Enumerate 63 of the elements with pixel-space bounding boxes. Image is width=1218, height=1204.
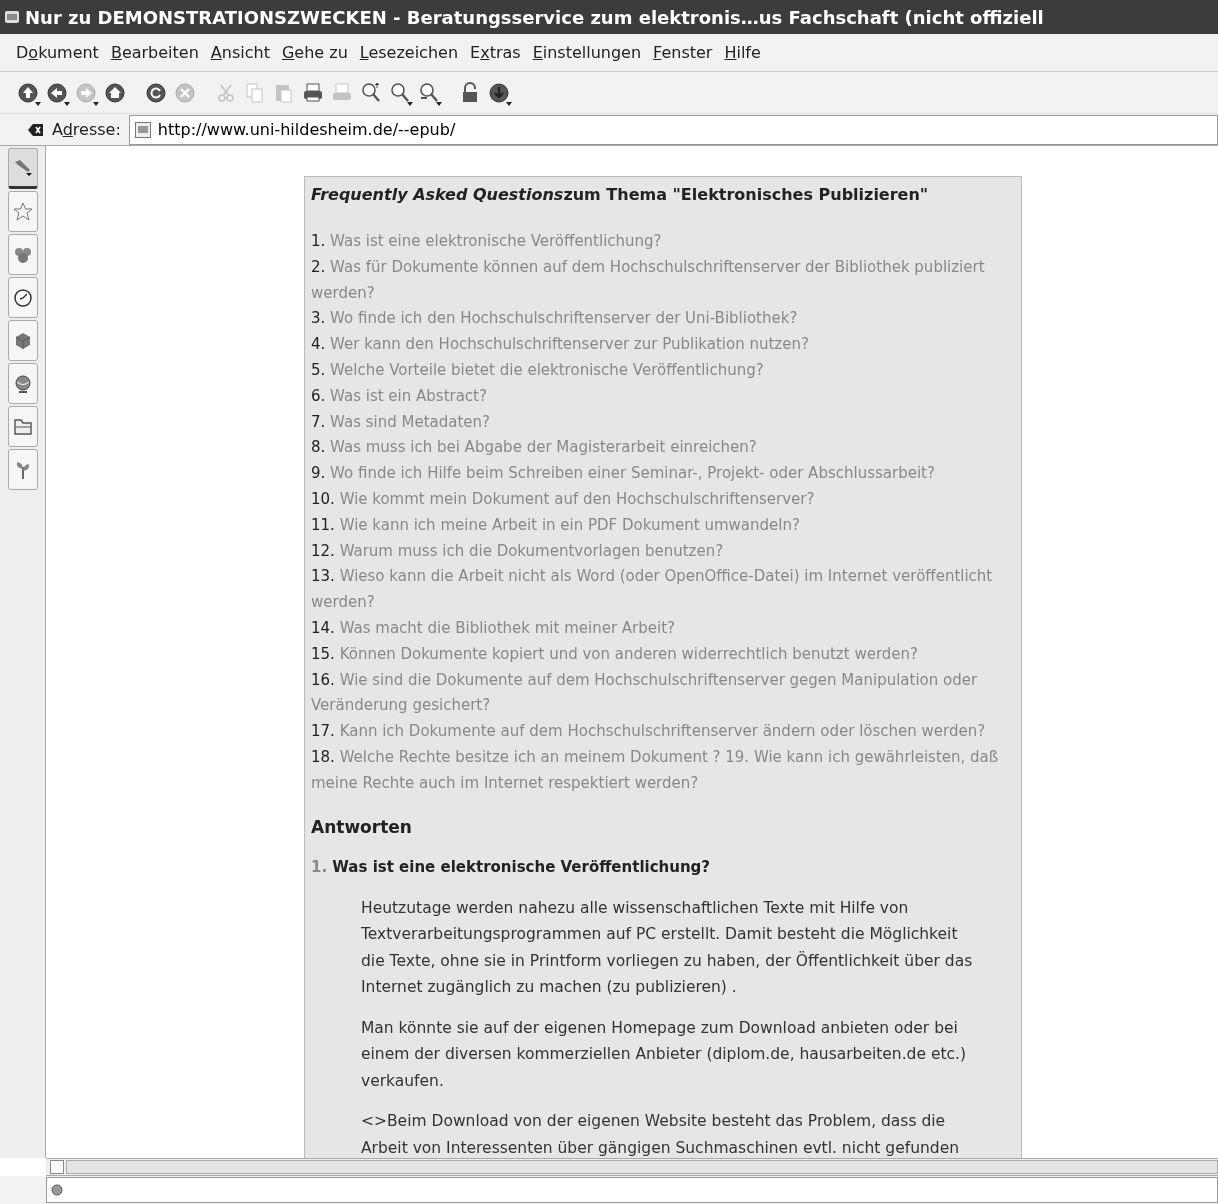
window-title: Nur zu DEMONSTRATIONSZWECKEN - Beratungsservice zum elektronis…us Fachschaft (nicht offiziell — [25, 5, 1044, 30]
caret-icon — [64, 101, 70, 106]
scrollbar-thumb[interactable] — [66, 1160, 1218, 1174]
question-link[interactable]: 8. Was muss ich bei Abgabe der Magisterarbeit einreichen? — [311, 435, 1015, 462]
zoom-in-icon — [359, 81, 382, 104]
sidebar-tab[interactable] — [8, 148, 38, 189]
stop-icon — [173, 81, 196, 104]
question-link[interactable]: 3. Wo finde ich den Hochschulschriftenserver der Uni-Bibliothek? — [311, 306, 1015, 333]
answer-paragraph: Man könnte sie auf der eigenen Homepage zum Download anbieten oder bei einem der diversen kommerziellen Anbieter (diplom.de, hausarbeiten.de etc.) verkaufen. — [361, 1017, 968, 1092]
caret-icon — [436, 101, 442, 106]
menu-item[interactable]: Lesezeichen — [355, 38, 463, 67]
question-link[interactable]: 16. Wie sind die Dokumente auf dem Hochschulschriftenserver gegen Manipulation oder Veränderung gesichert? — [311, 667, 1015, 720]
menu-item[interactable]: Gehe zu — [277, 38, 352, 67]
question-link[interactable]: 18. Welche Rechte besitze ich an meinem Dokument ? 19. Wie kann ich gewährleisten, daß meine Rechte auch im Internet respektiert werden? — [311, 744, 1015, 797]
question-link[interactable]: 12. Warum muss ich die Dokumentvorlagen benutzen? — [311, 538, 1015, 565]
question-link[interactable]: 1. Was ist eine elektronische Veröffentlichung? — [311, 229, 1015, 255]
menu-item[interactable]: Fenster — [649, 38, 717, 67]
copy-icon — [243, 81, 266, 104]
question-link[interactable]: 7. Was sind Metadaten? — [311, 409, 1015, 436]
caret-icon — [407, 101, 413, 106]
scroll-left-button[interactable] — [50, 1160, 64, 1174]
menu-item[interactable]: Dokument — [12, 38, 103, 67]
download-icon — [487, 81, 510, 104]
address-label: Adresse: — [52, 118, 121, 141]
question-link[interactable]: 13. Wieso kann die Arbeit nicht als Word (oder OpenOffice-Datei) im Internet veröffentlicht werden? — [311, 564, 1015, 616]
home-icon — [103, 81, 126, 104]
question-link[interactable]: 9. Wo finde ich Hilfe beim Schreiben einer Seminar-, Projekt- oder Abschlussarbeit? — [311, 461, 1015, 487]
page-heading: Frequently Asked Questionszum Thema "Elektronisches Publizieren" — [311, 184, 930, 206]
address-field[interactable]: http://www.uni-hildesheim.de/--epub/ — [128, 114, 1218, 145]
menu-item[interactable]: Einstellungen — [528, 38, 646, 67]
question-link[interactable]: 17. Kann ich Dokumente auf dem Hochschulschriftenserver ändern oder löschen werden? — [311, 719, 1015, 745]
question-link[interactable]: 4. Wer kann den Hochschulschriftenserver zur Publikation nutzen? — [311, 332, 1015, 358]
answer-question: 1. Was ist eine elektronische Veröffentlichung? — [311, 857, 712, 879]
question-link[interactable]: 6. Was ist ein Abstract? — [311, 383, 1015, 410]
star-icon — [12, 200, 34, 223]
menu-item[interactable]: Ansicht — [206, 38, 274, 67]
menu-item[interactable]: Extras — [466, 38, 525, 67]
magnifier-icon — [417, 81, 440, 104]
question-link[interactable]: 14. Was macht die Bibliothek mit meiner Arbeit? — [311, 615, 1015, 642]
question-link[interactable]: 10. Wie kommt mein Dokument auf den Hochschulschriftenserver? — [311, 486, 1015, 513]
sidebar-tab[interactable] — [8, 320, 38, 361]
caret-icon — [506, 101, 512, 106]
sidebar-tab[interactable] — [8, 363, 38, 404]
clock-icon — [12, 286, 34, 309]
answer-paragraph: <>Beim Download von der eigenen Website besteht das Problem, dass die Arbeit von Interessenten über gängigen Suchmaschinen evtl. nicht gefunden — [361, 1111, 960, 1158]
menu-item[interactable]: Hilfe — [720, 38, 765, 67]
question-link[interactable]: 2. Was für Dokumente können auf dem Hochschulschriftenserver der Bibliothek publiziert werden? — [311, 254, 1015, 307]
answer-paragraph: Heutzutage werden nahezu alle wissenschaftlichen Texte mit Hilfe von Textverarbeitungsprogrammen auf PC erstellt. Damit besteht die Möglichkeit die Texte, ohne sie in Printform vorliegen zu haben, der Öffentlichkeit über das Internet zugänglich zu machen (zu publizieren) . — [361, 897, 974, 999]
section-heading: Antworten — [311, 815, 413, 839]
sidebar-tab[interactable] — [8, 277, 38, 318]
clear-icon[interactable] — [28, 122, 44, 137]
status-indicator-icon — [51, 1184, 63, 1196]
reload-icon — [144, 81, 167, 104]
question-link[interactable]: 15. Können Dokumente kopiert und von anderen widerrechtlich benutzt werden? — [311, 641, 1015, 668]
printer-icon — [301, 81, 324, 104]
globe-icon — [12, 372, 34, 395]
zoom-out-icon — [388, 81, 411, 104]
question-link[interactable]: 11. Wie kann ich meine Arbeit in ein PDF Dokument umwandeln? — [311, 512, 1015, 539]
caret-icon — [93, 101, 99, 106]
caret-icon — [35, 101, 41, 106]
question-link[interactable]: 5. Welche Vorteile bietet die elektronische Veröffentlichung? — [311, 358, 1015, 384]
menu-item[interactable]: Bearbeiten — [106, 38, 203, 67]
app-icon — [4, 9, 20, 25]
